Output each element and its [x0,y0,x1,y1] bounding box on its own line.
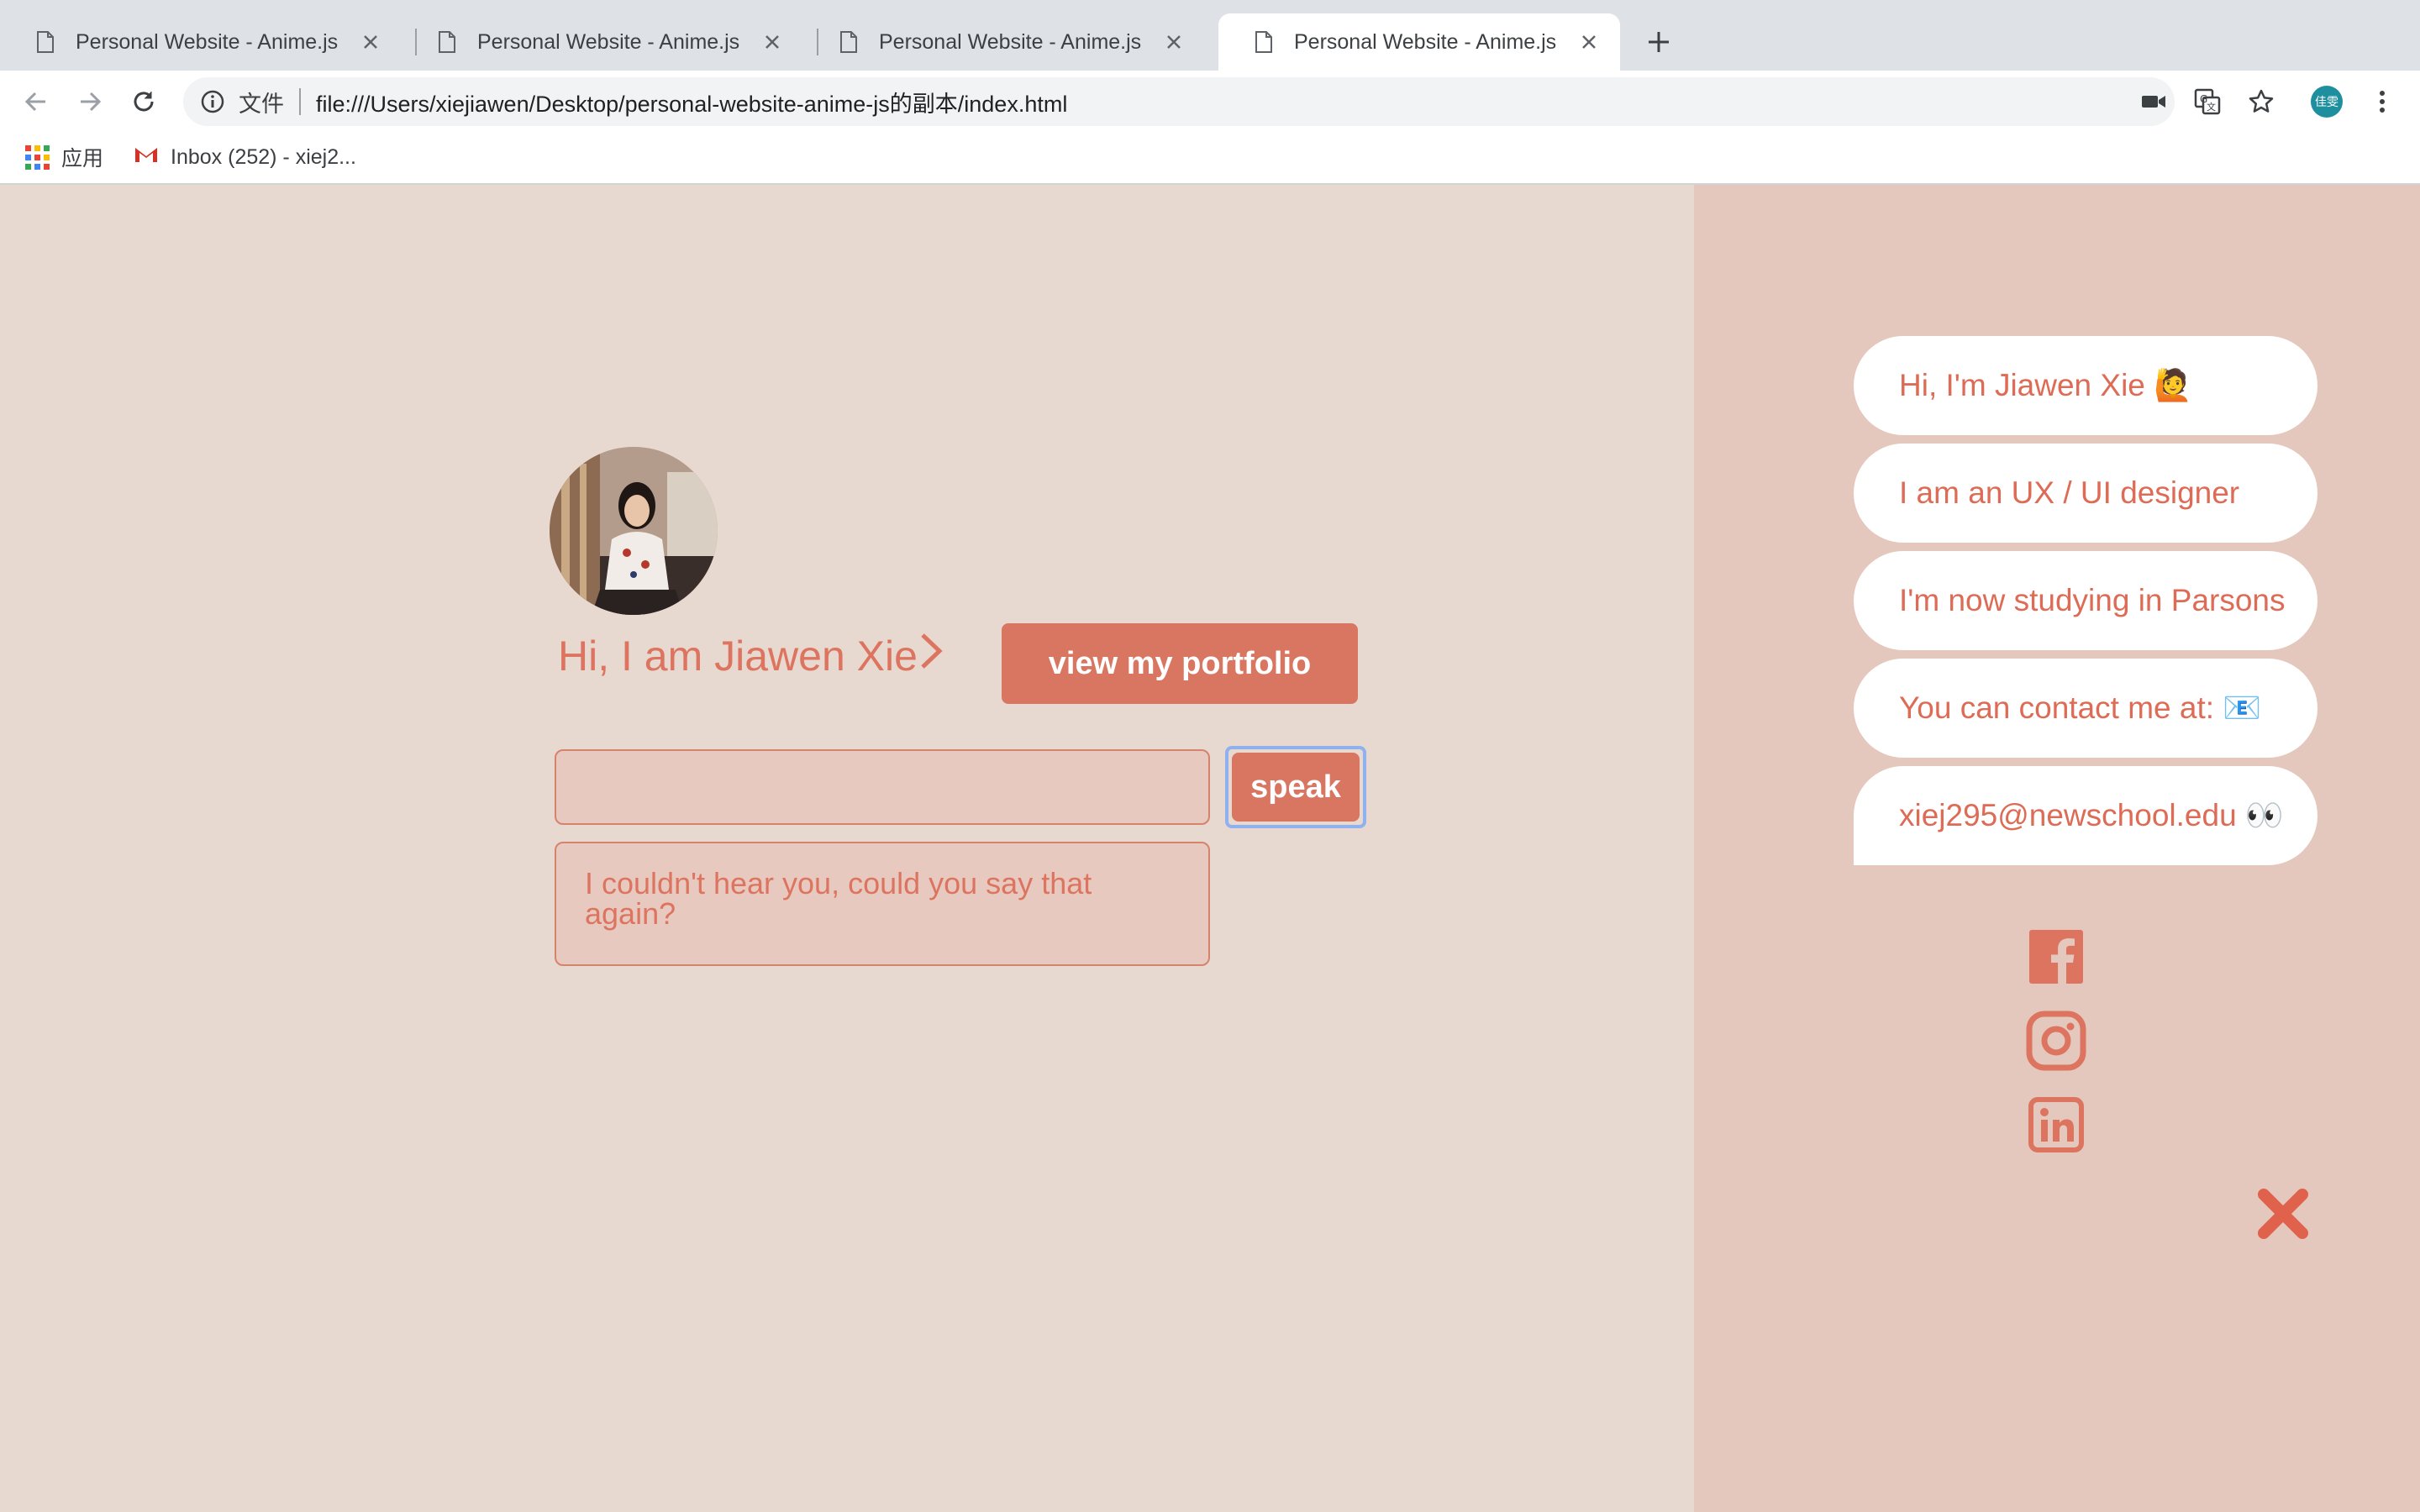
profile-avatar[interactable]: 佳雯 [2311,86,2343,118]
close-icon[interactable] [1576,29,1602,55]
tab-strip: Personal Website - Anime.js Personal Web… [0,0,2420,71]
close-icon[interactable] [2257,1188,2309,1240]
scheme-label: 文件 [239,91,284,117]
bookmark-apps-label: 应用 [61,147,104,171]
instagram-icon[interactable] [2025,1010,2087,1072]
tab-title: Personal Website - Anime.js [1294,29,1557,54]
browser-tab-3[interactable]: Personal Website - Anime.js [803,13,1205,71]
reload-icon [134,92,154,112]
email-bubble[interactable]: xiej295@newschool.edu 👀 [1854,766,2317,865]
tab-title: Personal Website - Anime.js [477,29,740,54]
bookmarks-bar: 应用 Inbox (252) - xiej2... [0,131,2420,185]
browser-tab-4-active[interactable]: Personal Website - Anime.js [1218,13,1620,71]
browser-toolbar: 文件 file:///Users/xiejiawen/Desktop/perso… [0,71,2420,131]
camera-icon[interactable] [2138,86,2170,118]
school-bubble: I'm now studying in Parsons [1854,551,2317,650]
star-bookmark-icon[interactable] [2245,86,2277,118]
document-icon [37,31,54,53]
back-button[interactable] [20,86,52,118]
info-icon[interactable] [200,89,225,114]
speech-response-box: I couldn't hear you, could you say that … [555,842,1210,966]
speak-button[interactable]: speak [1232,753,1360,822]
gmail-icon [134,145,159,170]
chevron-right-icon [919,632,943,680]
bookmark-apps[interactable]: 应用 [0,142,103,172]
translate-icon[interactable]: G文 [2191,86,2223,118]
close-icon[interactable] [358,29,383,55]
view-portfolio-button[interactable]: view my portfolio [1002,623,1358,704]
facebook-icon[interactable] [2025,926,2087,988]
plus-icon [1649,32,1669,52]
apps-grid-icon [25,144,50,170]
role-bubble: I am an UX / UI designer [1854,444,2317,543]
menu-dots-icon[interactable] [2366,86,2398,118]
close-icon[interactable] [760,29,785,55]
contact-bubble: You can contact me at: 📧 [1854,659,2317,758]
linkedin-icon[interactable] [2025,1094,2087,1156]
close-icon[interactable] [1161,29,1186,55]
browser-tab-2[interactable]: Personal Website - Anime.js [402,13,803,71]
greeting-heading: Hi, I am Jiawen Xie [558,632,943,680]
bookmark-gmail-label: Inbox (252) - xiej2... [171,144,356,169]
document-icon [1255,31,1272,53]
svg-text:文: 文 [2207,101,2216,113]
greeting-text: Hi, I am Jiawen Xie [558,633,918,680]
document-icon [840,31,857,53]
url-text[interactable]: file:///Users/xiejiawen/Desktop/personal… [316,86,1067,118]
new-tab-button[interactable] [1642,25,1676,59]
arrow-left-icon [24,92,45,112]
speech-input-field[interactable] [555,749,1210,825]
profile-photo [550,447,718,615]
address-bar[interactable]: 文件 file:///Users/xiejiawen/Desktop/perso… [183,77,2175,126]
bookmark-gmail[interactable]: Inbox (252) - xiej2... [134,145,356,170]
arrow-right-icon [81,92,102,112]
browser-tab-1[interactable]: Personal Website - Anime.js [0,13,402,71]
forward-button[interactable] [74,86,106,118]
omnibox-divider [299,88,301,115]
document-icon [439,31,455,53]
tab-title: Personal Website - Anime.js [76,29,339,54]
intro-bubble: Hi, I'm Jiawen Xie 🙋 [1854,336,2317,435]
reload-button[interactable] [128,86,160,118]
tab-title: Personal Website - Anime.js [879,29,1142,54]
